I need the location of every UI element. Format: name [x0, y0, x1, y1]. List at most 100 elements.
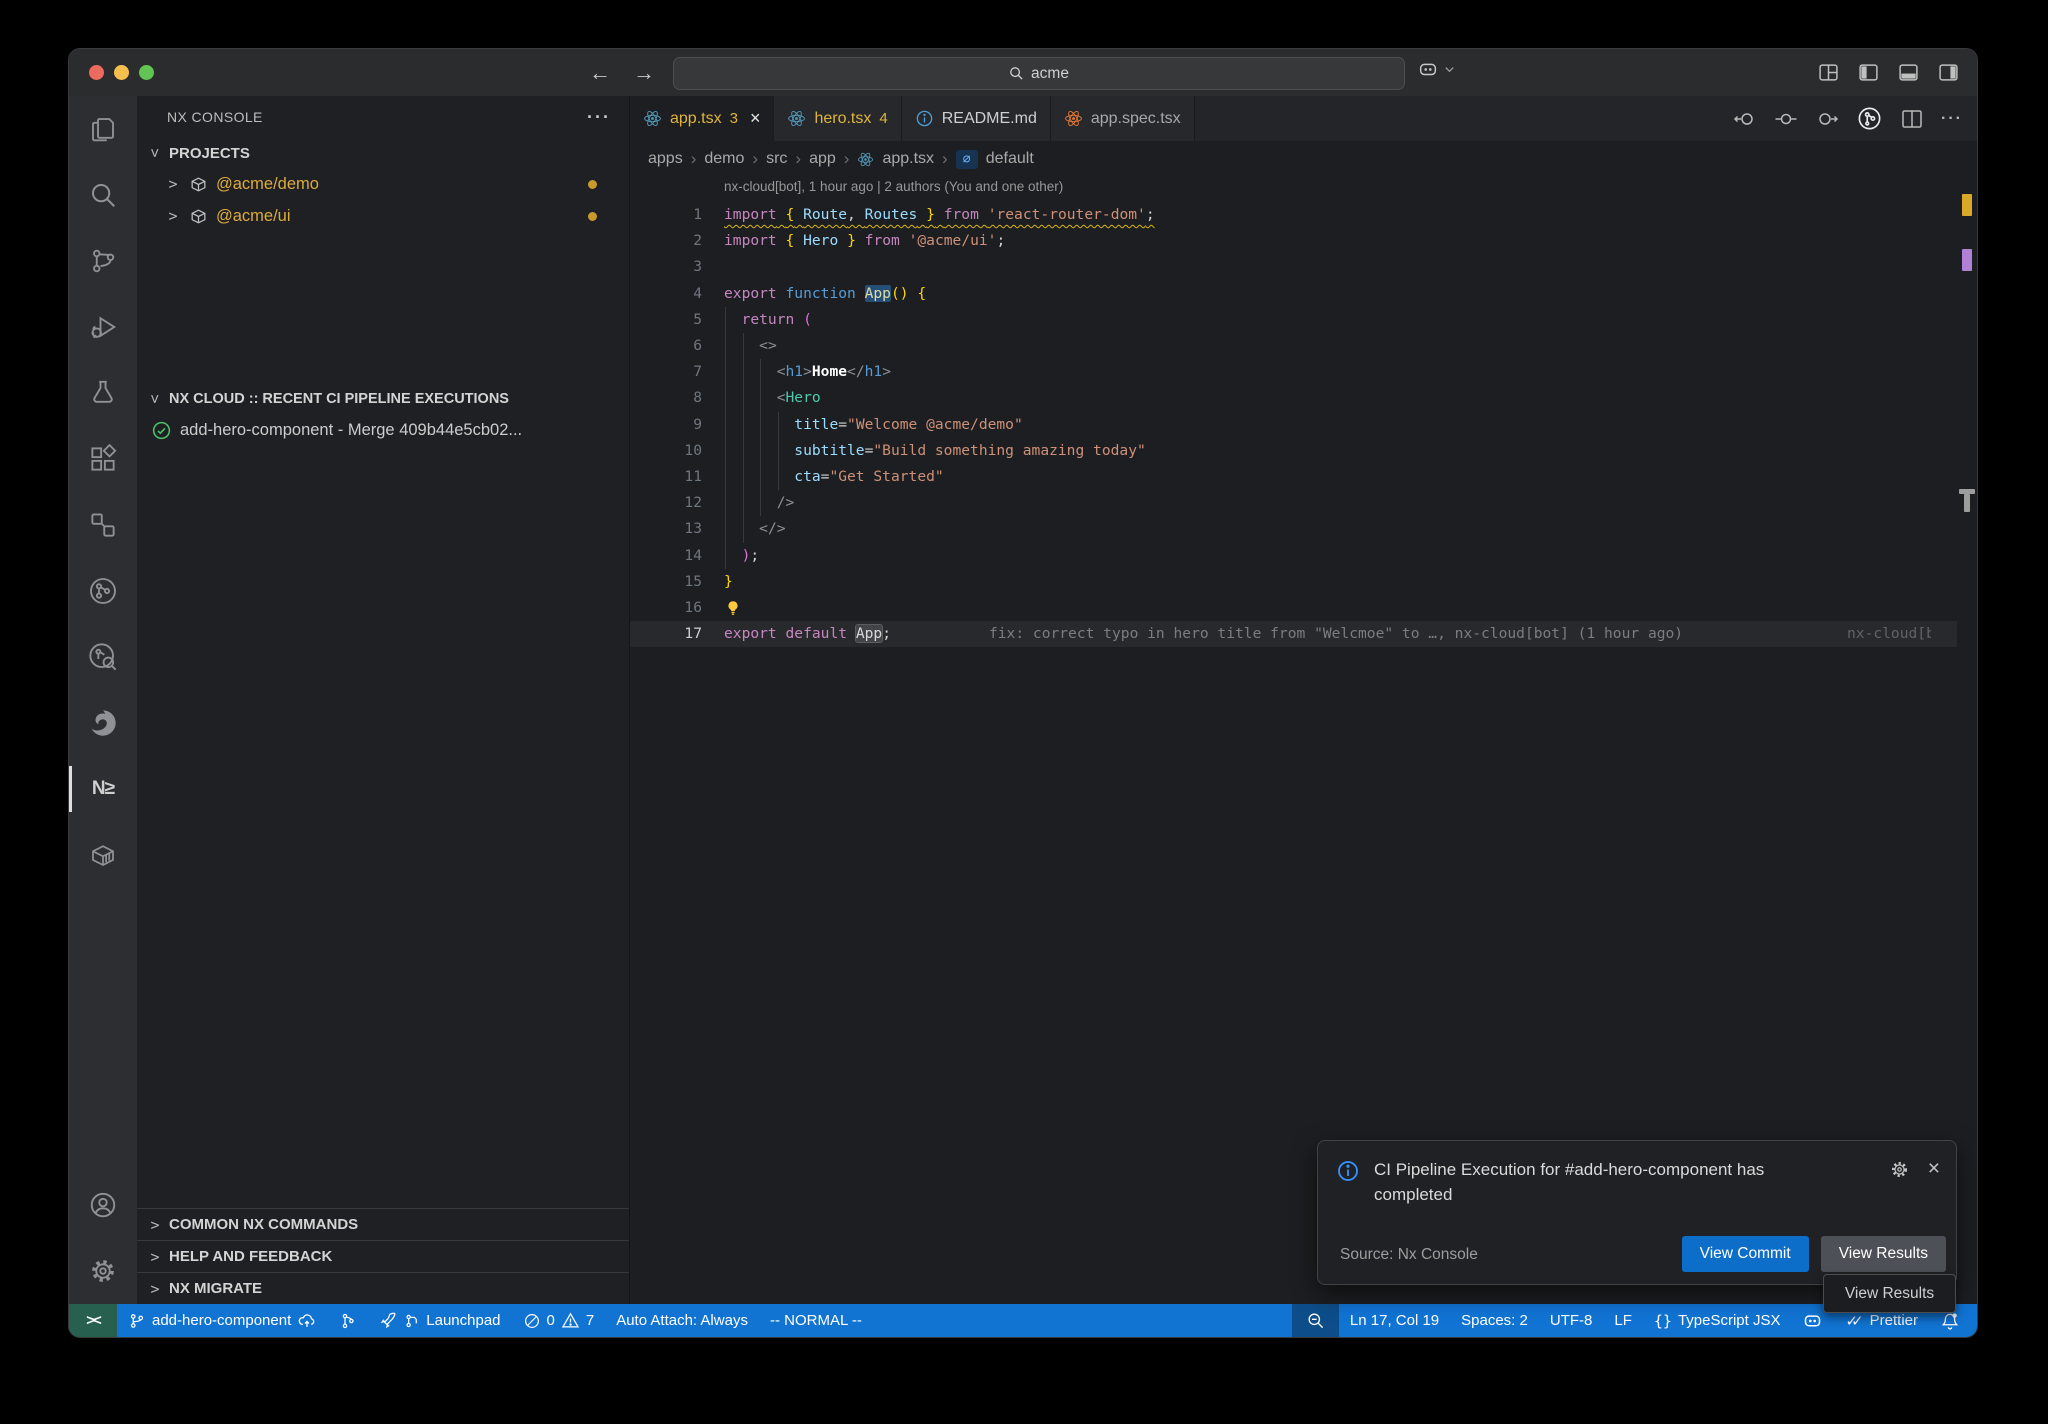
code-line[interactable]: 11 cta="Get Started": [630, 464, 1957, 490]
section-projects[interactable]: > PROJECTS: [137, 138, 629, 168]
section-common-nx-commands[interactable]: > COMMON NX COMMANDS: [137, 1208, 629, 1240]
gitlens-back-icon[interactable]: [1733, 107, 1757, 131]
code-editor[interactable]: nx-cloud[bot], 1 hour ago | 2 authors (Y…: [630, 177, 1977, 1304]
breadcrumb-item[interactable]: apps: [648, 150, 683, 168]
code-line[interactable]: 2import { Hero } from '@acme/ui';: [630, 228, 1957, 254]
split-editor-icon[interactable]: [1900, 107, 1924, 131]
tab-hero-tsx[interactable]: hero.tsx 4: [774, 96, 901, 141]
line-number[interactable]: 11: [630, 464, 702, 490]
code-line[interactable]: 12 />: [630, 490, 1957, 516]
code-line[interactable]: 10 subtitle="Build something amazing tod…: [630, 438, 1957, 464]
line-number[interactable]: 1: [630, 202, 702, 228]
code-line[interactable]: 8 <Hero: [630, 385, 1957, 411]
command-center-search[interactable]: acme: [673, 57, 1405, 90]
history-forward-icon[interactable]: →: [633, 60, 655, 86]
breadcrumb-item[interactable]: src: [766, 150, 787, 168]
indentation-item[interactable]: Spaces: 2: [1450, 1304, 1539, 1337]
commit-graph-icon[interactable]: [1856, 105, 1883, 132]
launchpad-item[interactable]: Launchpad: [368, 1304, 511, 1337]
more-actions-icon[interactable]: ···: [1941, 110, 1963, 128]
remote-indicator[interactable]: ><: [69, 1304, 117, 1337]
breadcrumb-item[interactable]: app.tsx: [882, 150, 934, 168]
nx-console-icon[interactable]: N≥: [69, 756, 137, 822]
code-line[interactable]: 1import { Route, Routes } from 'react-ro…: [630, 202, 1957, 228]
extensions-icon[interactable]: [69, 426, 137, 492]
auto-attach-item[interactable]: Auto Attach: Always: [605, 1304, 759, 1337]
edge-browser-icon[interactable]: [69, 690, 137, 756]
vim-mode-item[interactable]: -- NORMAL --: [759, 1304, 873, 1337]
line-number[interactable]: 7: [630, 359, 702, 385]
commit-graph-circle-icon[interactable]: [69, 558, 137, 624]
code-line[interactable]: 4export function App() {: [630, 281, 1957, 307]
code-line[interactable]: 14 );: [630, 543, 1957, 569]
line-number[interactable]: 14: [630, 543, 702, 569]
customize-layout-icon[interactable]: [1818, 62, 1839, 83]
commit-graph-status-item[interactable]: [328, 1304, 368, 1337]
line-number[interactable]: 9: [630, 412, 702, 438]
line-number[interactable]: 17: [630, 621, 702, 647]
pipeline-execution-item[interactable]: add-hero-component - Merge 409b44e5cb02.…: [137, 414, 629, 446]
line-number[interactable]: 2: [630, 228, 702, 254]
code-line[interactable]: 15}: [630, 569, 1957, 595]
container-tools-icon[interactable]: [69, 822, 137, 888]
eol-item[interactable]: LF: [1603, 1304, 1643, 1337]
code-line[interactable]: 5 return (: [630, 307, 1957, 333]
section-help-and-feedback[interactable]: > HELP AND FEEDBACK: [137, 1240, 629, 1272]
line-number[interactable]: 3: [630, 254, 702, 280]
tab-readme-md[interactable]: README.md: [902, 96, 1051, 141]
line-number[interactable]: 6: [630, 333, 702, 359]
close-window-button[interactable]: [89, 65, 104, 80]
code-line[interactable]: 17nx-cloud[bexport default App;fix: corr…: [630, 621, 1957, 647]
toggle-panel-icon[interactable]: [1898, 62, 1919, 83]
line-number[interactable]: 4: [630, 281, 702, 307]
notification-close-icon[interactable]: ×: [1928, 1157, 1940, 1181]
problems-item[interactable]: 0 7: [512, 1304, 606, 1337]
toggle-sidebar-right-icon[interactable]: [1938, 62, 1959, 83]
graph-search-circle-icon[interactable]: [69, 624, 137, 690]
notification-settings-gear-icon[interactable]: [1889, 1159, 1910, 1180]
project-item-acme-demo[interactable]: > @acme/demo: [137, 168, 629, 200]
view-commit-button[interactable]: View Commit: [1682, 1236, 1809, 1272]
toggle-sidebar-left-icon[interactable]: [1858, 62, 1879, 83]
code-line[interactable]: 9 title="Welcome @acme/demo": [630, 412, 1957, 438]
git-branch-item[interactable]: add-hero-component: [117, 1304, 328, 1337]
zoom-indicator[interactable]: [1292, 1304, 1339, 1337]
line-number[interactable]: 15: [630, 569, 702, 595]
project-item-acme-ui[interactable]: > @acme/ui: [137, 200, 629, 232]
gitlens-commit-icon[interactable]: [1774, 107, 1798, 131]
line-number[interactable]: 10: [630, 438, 702, 464]
encoding-item[interactable]: UTF-8: [1539, 1304, 1604, 1337]
run-debug-icon[interactable]: [69, 294, 137, 360]
cursor-position-item[interactable]: Ln 17, Col 19: [1339, 1304, 1450, 1337]
section-nx-migrate[interactable]: > NX MIGRATE: [137, 1272, 629, 1304]
code-line[interactable]: 7 <h1>Home</h1>: [630, 359, 1957, 385]
tab-app-tsx[interactable]: app.tsx 3 ×: [630, 96, 774, 141]
accounts-icon[interactable]: [69, 1172, 137, 1238]
line-number[interactable]: 16: [630, 595, 702, 621]
line-number[interactable]: 12: [630, 490, 702, 516]
view-results-button[interactable]: View Results: [1821, 1236, 1946, 1272]
maximize-window-button[interactable]: [139, 65, 154, 80]
explorer-icon[interactable]: [69, 96, 137, 162]
source-control-icon[interactable]: [69, 228, 137, 294]
sidebar-more-actions-icon[interactable]: ···: [587, 107, 611, 128]
close-tab-icon[interactable]: ×: [750, 108, 761, 129]
code-line[interactable]: 13 </>: [630, 516, 1957, 542]
code-line[interactable]: 3: [630, 254, 1957, 280]
breadcrumb-item[interactable]: app: [809, 150, 836, 168]
testing-icon[interactable]: [69, 360, 137, 426]
search-sidebar-icon[interactable]: [69, 162, 137, 228]
line-number[interactable]: 5: [630, 307, 702, 333]
language-mode-item[interactable]: {} TypeScript JSX: [1643, 1304, 1792, 1337]
code-line[interactable]: 6 <>: [630, 333, 1957, 359]
lightbulb-icon[interactable]: [724, 599, 742, 617]
line-number[interactable]: 8: [630, 385, 702, 411]
gitlens-forward-icon[interactable]: [1815, 107, 1839, 131]
codelens-blame[interactable]: nx-cloud[bot], 1 hour ago | 2 authors (Y…: [724, 179, 1063, 194]
breadcrumb-item[interactable]: default: [986, 150, 1034, 168]
minimize-window-button[interactable]: [114, 65, 129, 80]
copilot-menu[interactable]: [1417, 58, 1455, 80]
settings-gear-icon[interactable]: [69, 1238, 137, 1304]
line-number[interactable]: 13: [630, 516, 702, 542]
tab-app-spec-tsx[interactable]: app.spec.tsx: [1051, 96, 1195, 141]
